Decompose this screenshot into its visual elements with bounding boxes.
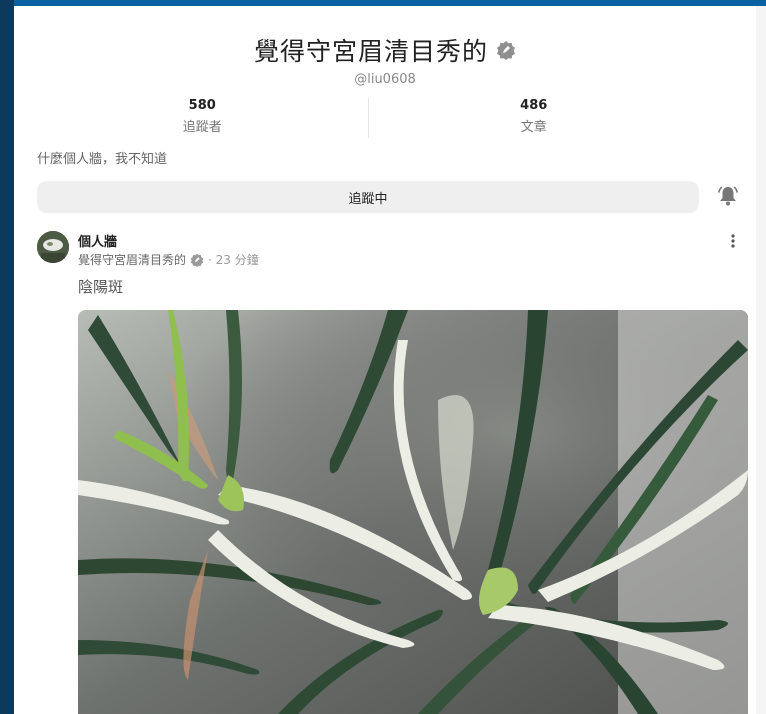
- profile-bio: 什麼個人牆，我不知道: [37, 152, 168, 167]
- post-meta: 覺得守宮眉清目秀的 · 23 分鐘: [78, 251, 259, 268]
- stat-followers[interactable]: 580 追蹤者: [37, 98, 368, 138]
- bell-icon[interactable]: [716, 184, 740, 208]
- post-time: · 23 分鐘: [208, 253, 259, 267]
- profile-header: 覺得守宮眉清目秀的: [14, 32, 756, 68]
- left-side-strip: [0, 0, 14, 714]
- following-button[interactable]: 追蹤中: [37, 181, 699, 213]
- post-board-title[interactable]: 個人牆: [78, 231, 117, 250]
- stat-articles[interactable]: 486 文章: [367, 98, 700, 138]
- articles-count: 486: [520, 98, 548, 113]
- profile-name: 覺得守宮眉清目秀的: [253, 37, 488, 66]
- profile-handle: @liu0608: [354, 72, 416, 87]
- more-options-icon[interactable]: [724, 233, 742, 251]
- post-text: 陰陽斑: [78, 278, 124, 296]
- articles-label: 文章: [520, 120, 547, 135]
- followers-label: 追蹤者: [182, 120, 222, 135]
- verified-badge-icon: [496, 40, 516, 60]
- right-edge: [756, 6, 766, 714]
- top-accent-bar: [0, 0, 766, 6]
- post-image[interactable]: [78, 310, 748, 714]
- post-avatar[interactable]: [37, 231, 69, 263]
- post-author[interactable]: 覺得守宮眉清目秀的: [78, 251, 186, 268]
- followers-count: 580: [188, 98, 216, 113]
- profile-stats: 580 追蹤者 486 文章: [37, 98, 699, 138]
- verified-badge-icon: [190, 253, 204, 267]
